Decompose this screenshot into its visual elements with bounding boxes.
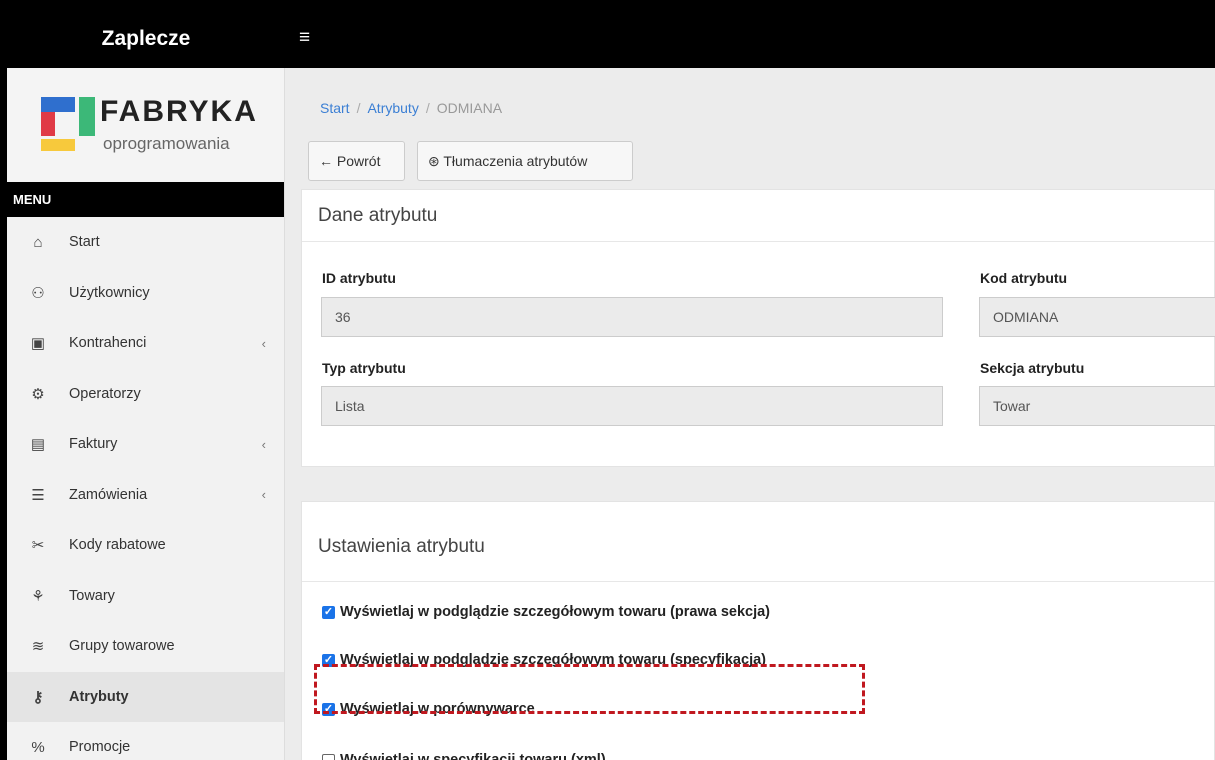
type-field[interactable]: Lista: [321, 386, 943, 426]
operators-icon: ⚙: [31, 385, 45, 403]
section-field[interactable]: Towar: [979, 386, 1215, 426]
sidebar-item-label: Kody rabatowe: [69, 537, 166, 554]
sidebar-item-promotions[interactable]: % Promocje: [7, 722, 284, 760]
code-label: Kod atrybutu: [980, 270, 1068, 286]
sidebar-item-label: Faktury: [69, 436, 118, 453]
logo-subtitle: oprogramowania: [103, 134, 230, 153]
sidebar-item-label: Operatorzy: [69, 385, 141, 402]
scissors-icon: ✂: [31, 537, 45, 555]
brand-title[interactable]: Zaplecze: [7, 9, 285, 68]
sidebar-item-label: Grupy towarowe: [69, 638, 175, 655]
main-content: Start / Atrybuty / ODMIANA ← Powrót ⊛ Tłumac…: [285, 68, 1215, 760]
sidebar-item-products[interactable]: ⚘ Towary: [7, 571, 284, 622]
chevron-left-icon: ‹: [261, 487, 266, 503]
checkbox-detail-right-section[interactable]: ✓ Wyświetlaj w podglądzie szczegółowym t…: [322, 604, 770, 620]
section-label: Sekcja atrybutu: [980, 360, 1085, 376]
breadcrumb-start[interactable]: Start: [320, 100, 350, 116]
logo-title: FABRYKA: [100, 95, 258, 128]
sidebar: FABRYKA oprogramowania MENU ⌂ Start ⚇ Uż…: [7, 68, 285, 760]
chevron-left-icon: ‹: [261, 335, 266, 351]
sidebar-item-product-groups[interactable]: ≋ Grupy towarowe: [7, 621, 284, 672]
list-icon: ☰: [31, 486, 45, 504]
key-icon: ⚷: [32, 688, 44, 706]
sidebar-item-users[interactable]: ⚇ Użytkownicy: [7, 268, 284, 319]
sidebar-item-attributes[interactable]: ⚷ Atrybuty: [7, 671, 284, 722]
menu-heading: MENU: [7, 182, 284, 217]
percent-icon: %: [31, 738, 45, 756]
card-title: Ustawienia atrybutu: [302, 502, 1214, 582]
breadcrumb: Start / Atrybuty / ODMIANA: [320, 100, 502, 116]
highlight-annotation: [314, 664, 865, 714]
attribute-settings-card: Ustawienia atrybutu ✓ Wyświetlaj w podgl…: [301, 501, 1215, 760]
home-icon: ⌂: [33, 233, 43, 251]
logo-mark-icon: [41, 97, 95, 151]
top-bar: Zaplecze ≡: [7, 9, 1215, 68]
app-window: Zaplecze ≡ FABRYKA oprogramowania MENU ⌂…: [7, 9, 1215, 760]
contact-card-icon: ▣: [30, 335, 46, 353]
attribute-data-card: Dane atrybutu ID atrybutu 36 Kod atrybut…: [301, 189, 1215, 467]
breadcrumb-separator: /: [425, 100, 430, 116]
users-icon: ⚇: [31, 284, 45, 302]
checkbox-checked-icon[interactable]: ✓: [322, 605, 335, 619]
sidebar-item-label: Zamówienia: [69, 486, 148, 503]
checkbox-xml-specification[interactable]: Wyświetlaj w specyfikacji towaru (xml): [322, 752, 606, 760]
checkbox-unchecked-icon[interactable]: [322, 753, 335, 760]
invoice-icon: ▤: [30, 436, 46, 454]
sidebar-item-contractors[interactable]: ▣ Kontrahenci ‹: [7, 318, 284, 369]
chevron-left-icon: ‹: [261, 436, 266, 452]
sidebar-item-discount-codes[interactable]: ✂ Kody rabatowe: [7, 520, 284, 571]
sidebar-item-invoices[interactable]: ▤ Faktury ‹: [7, 419, 284, 470]
logo[interactable]: FABRYKA oprogramowania: [7, 68, 284, 182]
checkbox-label: Wyświetlaj w podglądzie szczegółowym tow…: [340, 604, 771, 620]
breadcrumb-attributes[interactable]: Atrybuty: [367, 100, 418, 116]
checkbox-label: Wyświetlaj w specyfikacji towaru (xml): [340, 752, 606, 760]
sidebar-item-label: Atrybuty: [69, 688, 129, 705]
sidebar-item-label: Towary: [69, 587, 115, 604]
sidebar-item-start[interactable]: ⌂ Start: [7, 217, 284, 268]
sidebar-item-label: Promocje: [69, 739, 131, 756]
id-field[interactable]: 36: [321, 297, 943, 337]
sidebar-item-orders[interactable]: ☰ Zamówienia ‹: [7, 470, 284, 521]
id-label: ID atrybutu: [322, 270, 396, 286]
sidebar-item-label: Start: [69, 234, 100, 251]
sidebar-item-operators[interactable]: ⚙ Operatorzy: [7, 369, 284, 420]
sidebar-item-label: Kontrahenci: [69, 335, 147, 352]
breadcrumb-separator: /: [356, 100, 361, 116]
type-label: Typ atrybutu: [322, 360, 406, 376]
code-field[interactable]: ODMIANA: [979, 297, 1215, 337]
back-button[interactable]: ← Powrót: [308, 141, 405, 181]
hamburger-menu-icon[interactable]: ≡: [299, 26, 310, 50]
card-title: Dane atrybutu: [302, 190, 1214, 242]
layers-icon: ≋: [31, 638, 45, 656]
attribute-translations-button[interactable]: ⊛ Tłumaczenia atrybutów: [417, 141, 633, 181]
breadcrumb-current: ODMIANA: [436, 100, 503, 116]
boxes-icon: ⚘: [31, 587, 45, 605]
sidebar-item-label: Użytkownicy: [69, 284, 150, 301]
